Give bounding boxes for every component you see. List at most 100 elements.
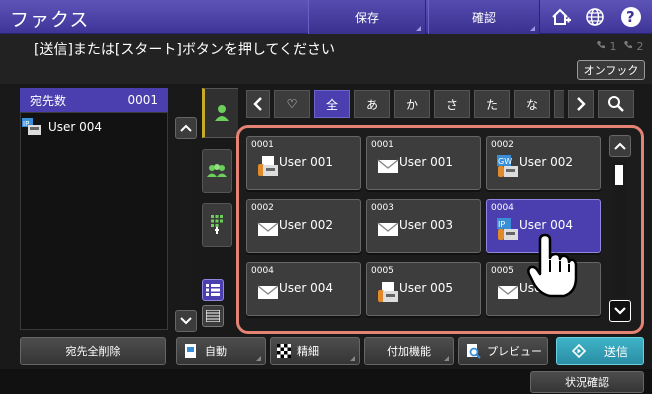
list-scroll-up-button[interactable] xyxy=(175,117,197,139)
address-card[interactable]: 0002 GW User 002 xyxy=(486,136,601,190)
group-icon xyxy=(207,164,227,177)
list-scroll-down-button[interactable] xyxy=(175,310,197,332)
email-icon xyxy=(257,285,279,299)
email-icon xyxy=(377,222,399,236)
address-name: User 004 xyxy=(519,218,574,232)
search-icon xyxy=(608,96,624,112)
phone-icon xyxy=(597,41,605,49)
help-icon[interactable]: ? xyxy=(620,6,642,28)
auto-mode-button[interactable]: 自動 xyxy=(176,337,266,365)
address-card[interactable]: 0004 User 004 xyxy=(246,262,361,316)
address-number: 0005 xyxy=(371,266,394,276)
grid-scroll-up-button[interactable] xyxy=(609,135,631,157)
status-message: [送信]または[スタート]ボタンを押してください xyxy=(34,42,336,58)
address-number: 0001 xyxy=(251,140,274,150)
keypad-icon xyxy=(211,215,223,234)
address-name: User 004 xyxy=(279,281,334,295)
address-card[interactable]: 0003 User 003 xyxy=(366,199,481,253)
tab-ta[interactable]: た xyxy=(474,90,510,118)
address-number: 0002 xyxy=(251,203,274,213)
address-card[interactable]: 0001 User 001 xyxy=(246,136,361,190)
tab-prev-button[interactable] xyxy=(246,90,270,118)
clear-all-destinations-button[interactable]: 宛先全削除 xyxy=(20,337,166,365)
grid-list-icon xyxy=(206,284,220,296)
view-list-large-button[interactable] xyxy=(202,279,224,301)
email-icon xyxy=(377,159,399,173)
chevron-up-icon xyxy=(180,124,192,132)
resolution-fine-button[interactable]: 精細 xyxy=(270,337,360,365)
preview-icon xyxy=(467,344,481,359)
destination-list-item[interactable]: IP User 004 xyxy=(22,116,166,138)
address-name: User 005 xyxy=(399,281,454,295)
address-number: 0003 xyxy=(371,203,394,213)
category-person-tab[interactable] xyxy=(202,88,238,138)
svg-text:IP: IP xyxy=(498,220,505,229)
address-number: 0001 xyxy=(371,140,394,150)
tab-na[interactable]: な xyxy=(514,90,550,118)
list-icon xyxy=(206,310,220,322)
save-button[interactable]: 保存 xyxy=(308,0,426,34)
chevron-up-icon xyxy=(614,142,626,150)
destination-list xyxy=(20,112,168,330)
chevron-down-icon xyxy=(180,317,192,325)
address-number: 0004 xyxy=(251,266,274,276)
fax-icon xyxy=(378,282,398,302)
grid-scrollbar-thumb[interactable] xyxy=(615,165,623,185)
phone-icon xyxy=(624,41,632,49)
chevron-right-icon xyxy=(577,97,586,111)
address-number: 0005 xyxy=(491,266,514,276)
tab-next-button[interactable] xyxy=(568,90,594,118)
address-card[interactable]: 0005 User 005 xyxy=(366,262,481,316)
address-card[interactable]: 0001 User 001 xyxy=(366,136,481,190)
category-group-tab[interactable] xyxy=(202,149,232,193)
confirm-button[interactable]: 確認 xyxy=(428,0,540,34)
search-button[interactable] xyxy=(598,90,634,118)
tab-a[interactable]: あ xyxy=(354,90,390,118)
address-number: 0004 xyxy=(491,203,514,213)
tab-favorites[interactable]: ♡ xyxy=(274,90,310,118)
checker-icon xyxy=(277,344,291,358)
start-diamond-icon xyxy=(571,344,586,358)
app-title: ファクス xyxy=(10,9,90,31)
tab-sa[interactable]: さ xyxy=(434,90,470,118)
ip-fax-icon: IP xyxy=(497,218,518,240)
globe-icon[interactable] xyxy=(584,6,606,28)
address-name: User 002 xyxy=(279,218,334,232)
home-plus-icon[interactable] xyxy=(550,6,572,28)
tab-all[interactable]: 全 xyxy=(314,90,350,118)
grid-scroll-down-button[interactable] xyxy=(609,300,631,322)
address-number: 0002 xyxy=(491,140,514,150)
tab-overflow xyxy=(554,90,564,118)
person-icon xyxy=(215,105,229,121)
email-icon xyxy=(257,222,279,236)
address-name: User 002 xyxy=(519,155,574,169)
list-scrollbar-track[interactable] xyxy=(179,142,193,307)
address-card[interactable]: 0002 User 002 xyxy=(246,199,361,253)
email-icon xyxy=(497,285,519,299)
tab-ka[interactable]: か xyxy=(394,90,430,118)
chevron-down-icon xyxy=(614,307,626,315)
address-name: User 001 xyxy=(399,155,454,169)
address-name: User 001 xyxy=(279,155,334,169)
ip-fax-icon: IP xyxy=(22,118,41,135)
svg-text:GW: GW xyxy=(498,157,512,166)
extra-functions-button[interactable]: 付加機能 xyxy=(364,337,454,365)
category-keypad-tab[interactable] xyxy=(202,203,232,247)
gw-fax-icon: GW xyxy=(497,155,518,177)
fax-icon xyxy=(258,156,278,176)
send-button[interactable]: 送信 xyxy=(556,337,644,365)
destination-count-value: 0001 xyxy=(127,93,158,107)
hand-pointer-icon xyxy=(527,233,578,298)
line2-indicator: 2 xyxy=(623,40,644,53)
document-icon xyxy=(185,344,196,358)
preview-button[interactable]: プレビュー xyxy=(458,337,548,365)
chevron-left-icon xyxy=(253,97,262,111)
onhook-button[interactable]: オンフック xyxy=(577,60,645,80)
line1-indicator: 1 xyxy=(596,40,617,53)
address-name: User 003 xyxy=(399,218,454,232)
view-list-compact-button[interactable] xyxy=(202,305,224,327)
job-status-button[interactable]: 状況確認 xyxy=(530,371,644,393)
destination-count-header: 宛先数 0001 xyxy=(20,88,168,112)
destination-count-label: 宛先数 xyxy=(30,93,67,108)
destination-name: User 004 xyxy=(48,120,103,134)
